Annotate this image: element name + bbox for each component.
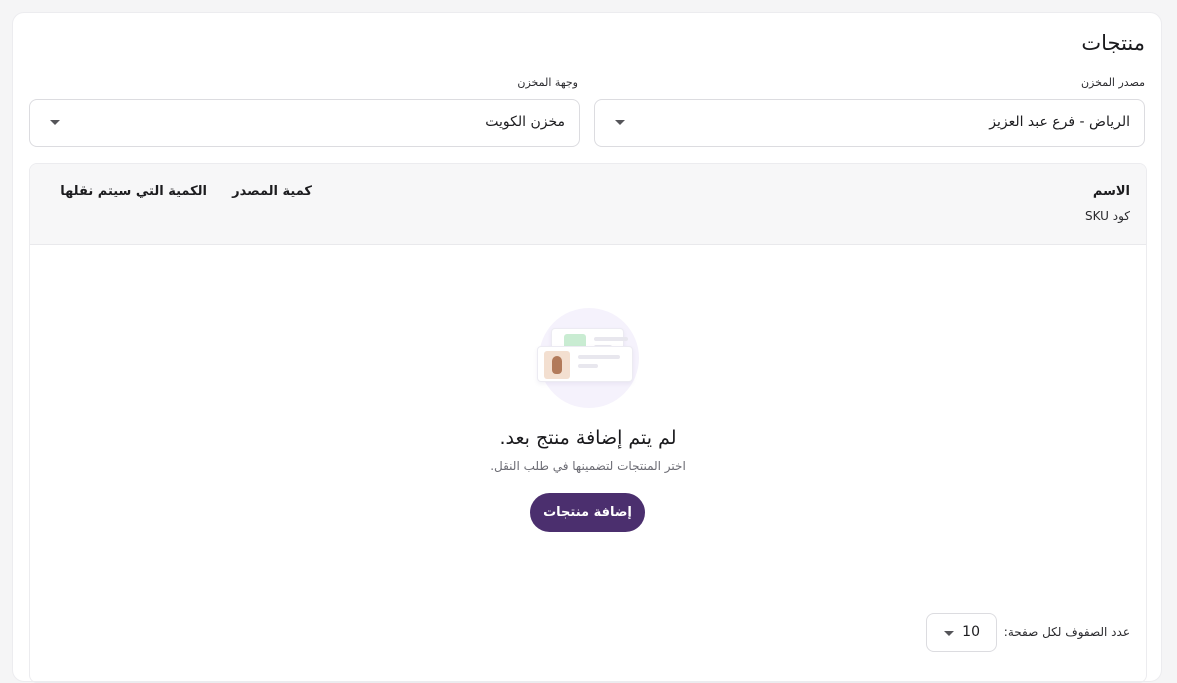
illustration-front-card <box>537 346 633 382</box>
caret-down-icon <box>50 120 60 125</box>
source-warehouse-value: الرياض - فرع عبد العزيز <box>989 114 1130 130</box>
empty-state-subtitle: اختر المنتجات لتضمينها في طلب النقل. <box>490 459 686 473</box>
table-header: الاسم كود SKU كمية المصدر الكمية التي سي… <box>30 164 1146 245</box>
source-warehouse-label: مصدر المخزن <box>1080 76 1145 89</box>
vase-icon <box>544 351 570 379</box>
empty-state-title: لم يتم إضافة منتج بعد. <box>499 427 677 449</box>
rows-per-page-value: 10 <box>962 624 980 640</box>
destination-warehouse-label: وجهة المخزن <box>517 76 578 89</box>
page-title: منتجات <box>1081 31 1145 55</box>
caret-down-icon <box>615 120 625 125</box>
rows-per-page-select[interactable]: 10 <box>926 613 997 652</box>
source-warehouse-select[interactable]: الرياض - فرع عبد العزيز <box>594 99 1145 147</box>
destination-warehouse-select[interactable]: مخزن الكويت <box>29 99 580 147</box>
column-name: الاسم <box>1092 184 1130 199</box>
products-table: الاسم كود SKU كمية المصدر الكمية التي سي… <box>29 163 1147 683</box>
add-products-button[interactable]: إضافة منتجات <box>530 493 645 532</box>
column-sku: كود SKU <box>1084 209 1130 223</box>
column-source-qty: كمية المصدر <box>232 184 312 199</box>
empty-products-illustration <box>537 308 639 408</box>
destination-warehouse-value: مخزن الكويت <box>485 114 565 130</box>
transfer-products-card: منتجات مصدر المخزن الرياض - فرع عبد العز… <box>12 12 1162 683</box>
rows-per-page-label: عدد الصفوف لكل صفحة: <box>1003 625 1130 639</box>
caret-down-icon <box>944 631 954 636</box>
column-transfer-qty: الكمية التي سيتم نقلها <box>60 184 207 199</box>
